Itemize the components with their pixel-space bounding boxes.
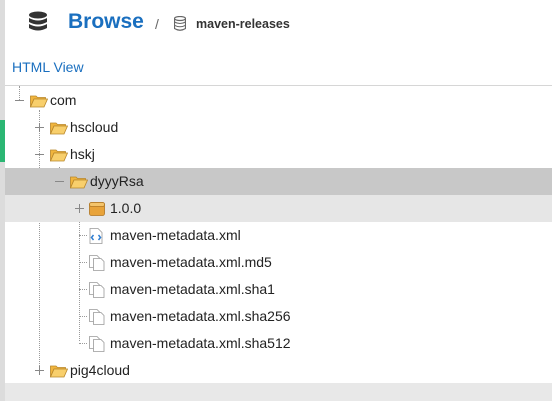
component-icon	[89, 202, 105, 216]
tree-connector	[79, 343, 87, 344]
collapse-icon[interactable]	[55, 177, 64, 186]
collapse-icon[interactable]	[15, 96, 24, 105]
tree-node-pig4cloud[interactable]: pig4cloud	[5, 357, 552, 384]
page-title[interactable]: Browse	[68, 8, 144, 36]
tree-node-label: dyyyRsa	[90, 173, 144, 189]
footer-strip	[5, 383, 552, 401]
tree-node-version[interactable]: 1.0.0	[5, 195, 552, 222]
folder-open-icon	[50, 149, 68, 162]
tree-node-label: pig4cloud	[70, 362, 130, 378]
collapse-icon[interactable]	[35, 150, 44, 159]
tree-node-label: com	[50, 92, 77, 108]
tree-node-file[interactable]: maven-metadata.xml	[5, 222, 552, 249]
file-icon	[89, 255, 105, 271]
tree-node-label: hskj	[70, 146, 95, 162]
tree-node-label: maven-metadata.xml.md5	[110, 254, 272, 270]
tree-node-dyyyrsa[interactable]: dyyyRsa	[5, 168, 552, 195]
tree-connector	[79, 316, 87, 317]
tree-node-label: maven-metadata.xml.sha512	[110, 335, 291, 351]
tree-node-file[interactable]: maven-metadata.xml.sha512	[5, 330, 552, 357]
tree-connector	[79, 235, 87, 236]
file-icon	[89, 309, 105, 325]
tree-node-label: maven-metadata.xml.sha1	[110, 281, 275, 297]
breadcrumb-repository: maven-releases	[196, 17, 290, 31]
tree-node-file[interactable]: maven-metadata.xml.sha256	[5, 303, 552, 330]
tree-node-file[interactable]: maven-metadata.xml.sha1	[5, 276, 552, 303]
folder-open-icon	[70, 176, 88, 189]
repository-tree: com hscloud hskj dyyyRsa 1.0.0 maven-met…	[0, 86, 552, 401]
tree-node-label: maven-metadata.xml.sha256	[110, 308, 291, 324]
page-header: Browse / maven-releases	[0, 0, 552, 46]
tree-connector	[79, 262, 87, 263]
file-icon	[89, 282, 105, 298]
tree-node-com[interactable]: com	[5, 87, 552, 114]
file-icon	[89, 336, 105, 352]
tree-node-hscloud[interactable]: hscloud	[5, 114, 552, 141]
expand-icon[interactable]	[35, 366, 44, 375]
tree-node-label: 1.0.0	[110, 200, 142, 216]
folder-icon	[50, 122, 68, 135]
folder-icon	[50, 365, 68, 378]
expand-icon[interactable]	[75, 204, 84, 213]
tree-node-hskj[interactable]: hskj	[5, 141, 552, 168]
tree-node-label: maven-metadata.xml	[110, 227, 241, 243]
html-view-link[interactable]: HTML View	[12, 57, 84, 77]
tree-node-file[interactable]: maven-metadata.xml.md5	[5, 249, 552, 276]
repository-icon	[174, 16, 186, 31]
tree-connector	[79, 289, 87, 290]
database-icon	[29, 11, 47, 31]
xml-file-icon	[89, 228, 103, 244]
breadcrumb-separator: /	[155, 16, 159, 32]
expand-icon[interactable]	[35, 123, 44, 132]
tree-node-label: hscloud	[70, 119, 119, 135]
folder-open-icon	[30, 95, 48, 108]
